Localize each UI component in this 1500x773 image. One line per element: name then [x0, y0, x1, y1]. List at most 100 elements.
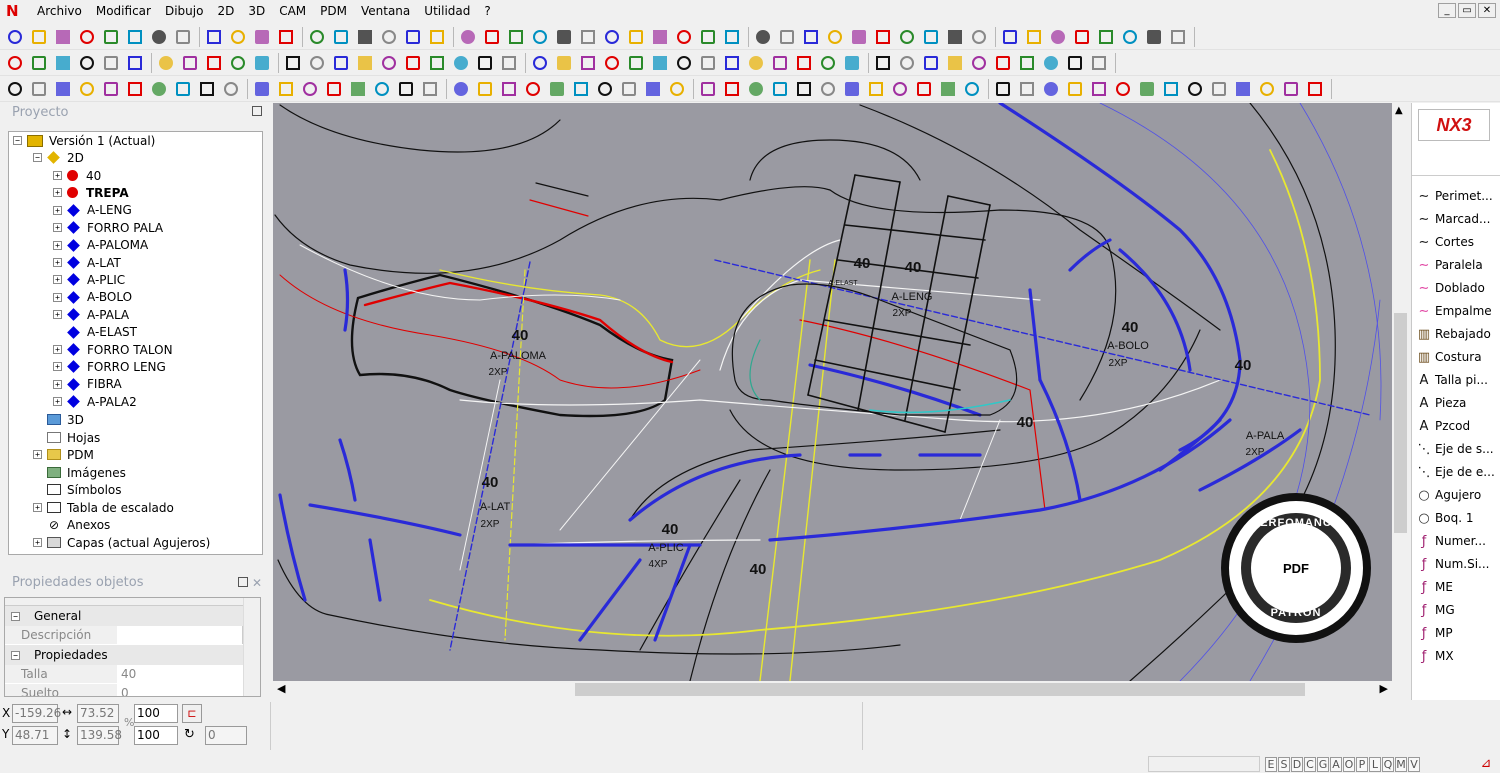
snap-mode-p-button[interactable]: P	[1356, 757, 1368, 772]
toolbar-tool-icon[interactable]	[666, 78, 688, 100]
tool-item[interactable]: ○ Agujero	[1416, 484, 1481, 506]
expand-icon[interactable]: +	[33, 538, 42, 547]
toolbar-tool-icon[interactable]	[841, 78, 863, 100]
tree-tabla[interactable]: + Tabla de escalado	[33, 499, 174, 516]
tree-hojas[interactable]: Hojas	[33, 429, 100, 446]
toolbar-tool-icon[interactable]	[553, 26, 575, 48]
toolbar-tool-icon[interactable]	[299, 78, 321, 100]
snap-mode-a-button[interactable]: A	[1330, 757, 1342, 772]
layer-item[interactable]: + FORRO TALON	[53, 341, 173, 358]
toolbar-tool-icon[interactable]	[944, 26, 966, 48]
toolbar-tool-icon[interactable]	[203, 52, 225, 74]
toolbar-tool-icon[interactable]	[642, 78, 664, 100]
menu-utilidad[interactable]: Utilidad	[417, 0, 477, 22]
toolbar-tool-icon[interactable]	[481, 26, 503, 48]
toolbar-tool-icon[interactable]	[649, 26, 671, 48]
toolbar-tool-icon[interactable]	[937, 78, 959, 100]
tool-item[interactable]: ∼ Paralela	[1416, 254, 1483, 276]
scroll-up-icon[interactable]: ▲	[1395, 105, 1403, 116]
toolbar-tool-icon[interactable]	[896, 26, 918, 48]
toolbar-tool-icon[interactable]	[673, 52, 695, 74]
tool-item[interactable]: ∼ Doblado	[1416, 277, 1485, 299]
toolbar-tool-icon[interactable]	[1088, 78, 1110, 100]
toolbar-tool-icon[interactable]	[124, 26, 146, 48]
toolbar-tool-icon[interactable]	[745, 52, 767, 74]
snap-mode-o-button[interactable]: O	[1343, 757, 1355, 772]
snap-mode-v-button[interactable]: V	[1408, 757, 1420, 772]
toolbar-tool-icon[interactable]	[426, 52, 448, 74]
toolbar-tool-icon[interactable]	[817, 78, 839, 100]
toolbar-tool-icon[interactable]	[419, 78, 441, 100]
toolbar-tool-icon[interactable]	[992, 78, 1014, 100]
pin-icon[interactable]	[238, 577, 248, 587]
toolbar-tool-icon[interactable]	[721, 26, 743, 48]
scroll-thumb[interactable]	[575, 683, 1305, 696]
toolbar-tool-icon[interactable]	[625, 26, 647, 48]
toolbar-tool-icon[interactable]	[323, 78, 345, 100]
expand-icon[interactable]: +	[53, 292, 62, 302]
toolbar-tool-icon[interactable]	[426, 26, 448, 48]
expand-icon[interactable]: +	[53, 345, 62, 354]
toolbar-tool-icon[interactable]	[1184, 78, 1206, 100]
toolbar-tool-icon[interactable]	[697, 26, 719, 48]
toolbar-tool-icon[interactable]	[1023, 26, 1045, 48]
tree-capas[interactable]: + Capas (actual Agujeros)	[33, 534, 210, 551]
expand-icon[interactable]: +	[53, 310, 62, 320]
toolbar-tool-icon[interactable]	[402, 26, 424, 48]
toolbar-tool-icon[interactable]	[577, 26, 599, 48]
rotate-icon[interactable]: ↻	[184, 727, 195, 742]
toolbar-tool-icon[interactable]	[1064, 52, 1086, 74]
toolbar-tool-icon[interactable]	[1143, 26, 1165, 48]
expand-icon[interactable]: +	[53, 379, 62, 389]
toolbar-tool-icon[interactable]	[282, 52, 304, 74]
toolbar-tool-icon[interactable]	[354, 26, 376, 48]
toolbar-tool-icon[interactable]	[896, 52, 918, 74]
tool-item[interactable]: ƒ Numer...	[1416, 530, 1486, 552]
toolbar-tool-icon[interactable]	[306, 26, 328, 48]
toolbar-tool-icon[interactable]	[793, 52, 815, 74]
toolbar-tool-icon[interactable]	[577, 52, 599, 74]
expand-icon[interactable]: +	[53, 275, 62, 285]
toolbar-tool-icon[interactable]	[28, 78, 50, 100]
toolbar-tool-icon[interactable]	[148, 78, 170, 100]
menu-modificar[interactable]: Modificar	[89, 0, 158, 22]
toolbar-tool-icon[interactable]	[474, 78, 496, 100]
toolbar-tool-icon[interactable]	[841, 52, 863, 74]
toolbar-tool-icon[interactable]	[395, 78, 417, 100]
app-logo-icon[interactable]: N	[6, 3, 22, 19]
toolbar-tool-icon[interactable]	[968, 52, 990, 74]
suelto-field[interactable]: 0	[117, 684, 260, 696]
toolbar-tool-icon[interactable]	[1071, 26, 1093, 48]
toolbar-tool-icon[interactable]	[1167, 26, 1189, 48]
toolbar-tool-icon[interactable]	[745, 78, 767, 100]
snap-mode-s-button[interactable]: S	[1278, 757, 1290, 772]
menu-cam[interactable]: CAM	[272, 0, 313, 22]
toolbar-tool-icon[interactable]	[889, 78, 911, 100]
toolbar-tool-icon[interactable]	[100, 52, 122, 74]
horizontal-scrollbar[interactable]: ◀ ▶	[273, 681, 1392, 698]
toolbar-tool-icon[interactable]	[124, 52, 146, 74]
tool-item[interactable]: ∼ Marcad...	[1416, 208, 1491, 230]
layer-item[interactable]: + A-LAT	[53, 254, 121, 271]
toolbar-tool-icon[interactable]	[28, 52, 50, 74]
toolbar-tool-icon[interactable]	[330, 52, 352, 74]
section-propiedades[interactable]: − Propiedades	[5, 645, 260, 665]
menu-3d[interactable]: 3D	[241, 0, 272, 22]
close-button[interactable]: ✕	[1478, 3, 1496, 18]
toolbar-tool-icon[interactable]	[172, 78, 194, 100]
tool-item[interactable]: ƒ MX	[1416, 645, 1454, 667]
menu-2d[interactable]: 2D	[210, 0, 241, 22]
toolbar-tool-icon[interactable]	[505, 26, 527, 48]
snap-mode-m-button[interactable]: M	[1395, 757, 1407, 772]
toolbar-tool-icon[interactable]	[1280, 78, 1302, 100]
toolbar-tool-icon[interactable]	[4, 52, 26, 74]
toolbar-tool-icon[interactable]	[1047, 26, 1069, 48]
close-icon[interactable]: ✕	[252, 574, 262, 592]
tool-item[interactable]: ƒ MP	[1416, 622, 1453, 644]
toolbar-tool-icon[interactable]	[649, 52, 671, 74]
toolbar-tool-icon[interactable]	[275, 78, 297, 100]
toolbar-tool-icon[interactable]	[1119, 26, 1141, 48]
toolbar-tool-icon[interactable]	[1112, 78, 1134, 100]
expand-icon[interactable]: +	[33, 450, 42, 459]
toolbar-tool-icon[interactable]	[920, 52, 942, 74]
